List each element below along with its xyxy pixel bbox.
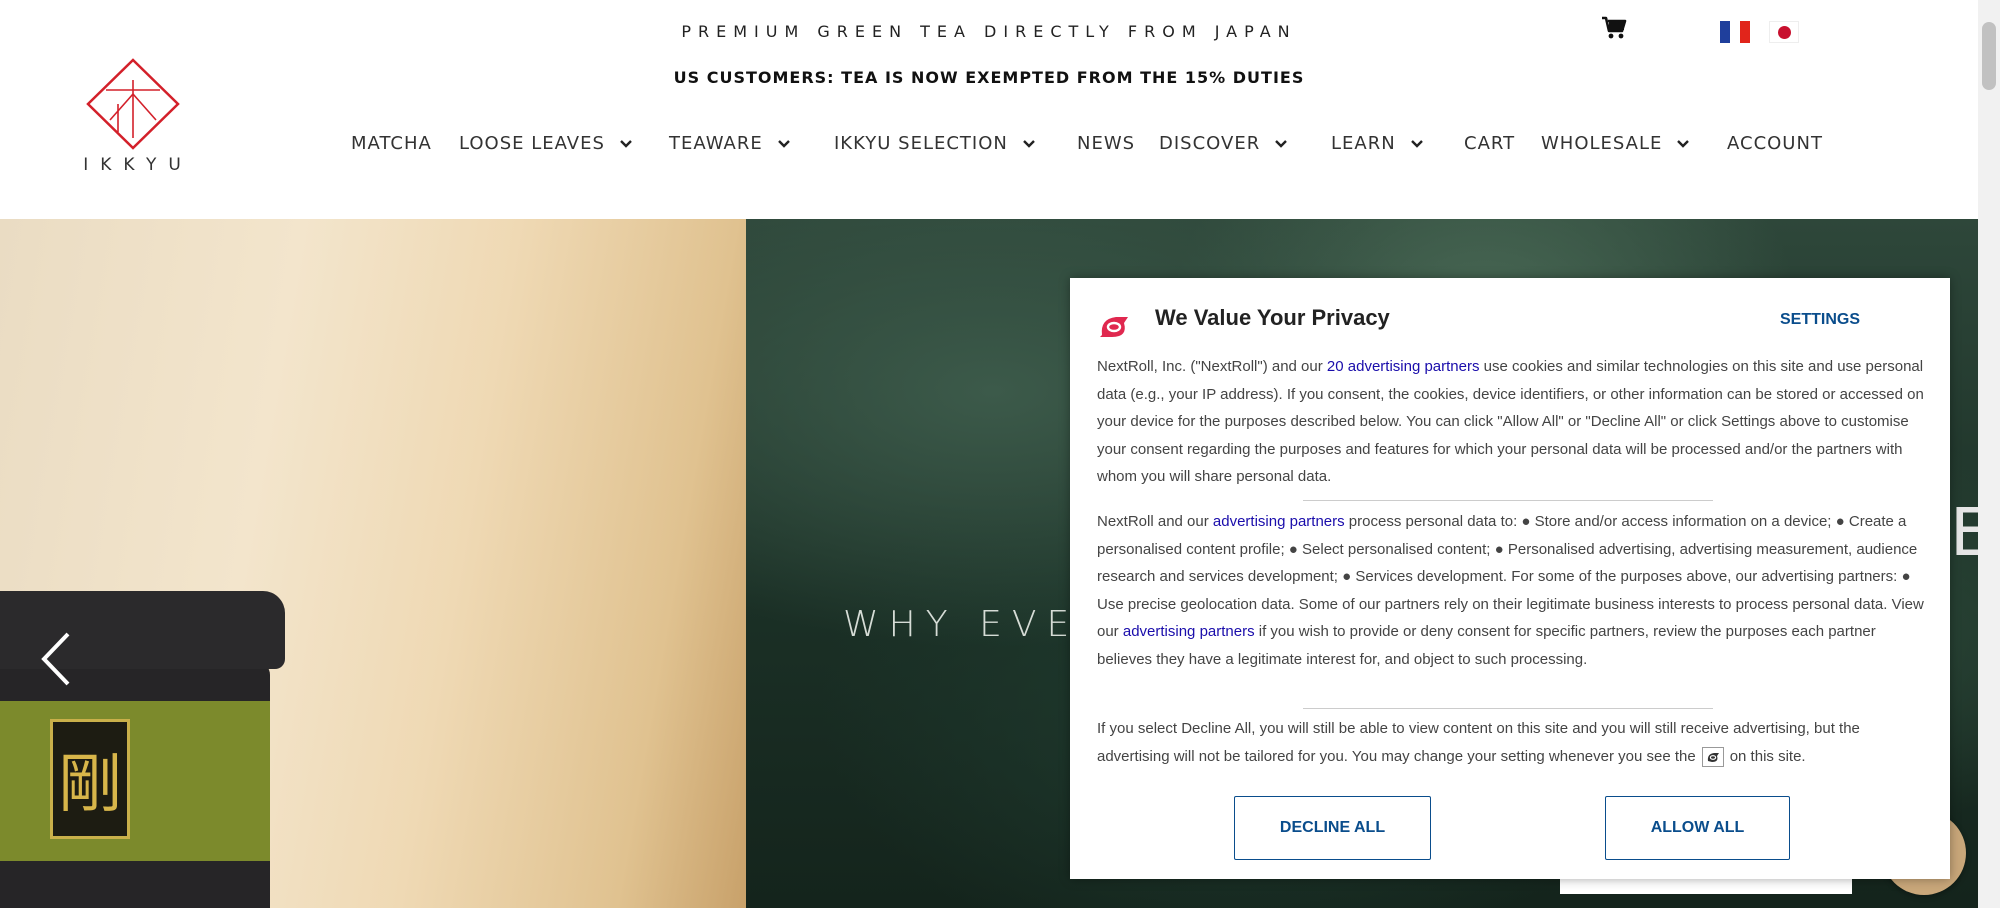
scrollbar-thumb[interactable] (1982, 22, 1996, 90)
nav-learn[interactable]: LEARN (1331, 133, 1424, 154)
advertising-partners-link[interactable]: advertising partners (1123, 623, 1255, 640)
nav-label: LOOSE LEAVES (459, 133, 605, 154)
header-tagline: PREMIUM GREEN TEA DIRECTLY FROM JAPAN (681, 22, 1297, 41)
tin-kanji: 剛 (50, 719, 130, 839)
duty-notice: US CUSTOMERS: TEA IS NOW EXEMPTED FROM T… (673, 68, 1305, 87)
text-fragment: NextRoll, Inc. ("NextRoll") and our (1097, 358, 1327, 375)
nav-label: MATCHA (351, 133, 432, 154)
hero-caption-fragment: E (1950, 494, 1978, 571)
nav-loose-leaves[interactable]: LOOSE LEAVES (459, 133, 633, 154)
flag-france-icon[interactable] (1720, 21, 1750, 43)
text-fragment: on this site. (1729, 747, 1806, 765)
nav-label: WHOLESALE (1541, 133, 1663, 154)
allow-all-button[interactable]: ALLOW ALL (1605, 796, 1790, 860)
nav-label: CART (1464, 133, 1516, 154)
hero-caption: WHY EVE (843, 604, 1080, 645)
nav-label: TEAWARE (669, 133, 763, 154)
nav-news[interactable]: NEWS (1077, 133, 1135, 154)
advertising-partners-link[interactable]: advertising partners (1213, 513, 1345, 530)
privacy-decline-text: If you select Decline All, you will stil… (1097, 715, 1927, 770)
chevron-down-icon (777, 140, 790, 148)
cart-icon[interactable] (1601, 16, 1627, 40)
nav-cart[interactable]: CART (1464, 133, 1515, 154)
chevron-down-icon (1023, 140, 1035, 148)
consent-settings-icon[interactable] (1701, 746, 1724, 767)
chevron-down-icon (1275, 140, 1288, 148)
slider-prev-arrow-icon[interactable] (38, 629, 74, 689)
nav-label: DISCOVER (1159, 133, 1261, 154)
nav-label: IKKYU SELECTION (834, 133, 1008, 154)
nextroll-logo-icon (1100, 317, 1128, 337)
nav-label: LEARN (1331, 133, 1396, 154)
nav-label: ACCOUNT (1727, 133, 1823, 154)
nav-teaware[interactable]: TEAWARE (669, 133, 791, 154)
text-fragment: NextRoll and our (1097, 513, 1213, 530)
flag-japan-icon[interactable] (1769, 21, 1799, 43)
hero-product-image: 剛 (0, 219, 746, 908)
page-scrollbar[interactable] (1978, 0, 2000, 908)
logo-wordmark: IKKYU (83, 155, 193, 175)
text-fragment: process personal data to: ● Store and/or… (1097, 513, 1924, 640)
nav-label: NEWS (1077, 133, 1136, 154)
privacy-consent-dialog: We Value Your Privacy SETTINGS NextRoll,… (1070, 278, 1950, 879)
text-fragment: use cookies and similar technologies on … (1097, 358, 1924, 485)
tin-label (0, 701, 270, 861)
nav-discover[interactable]: DISCOVER (1159, 133, 1288, 154)
site-header: PREMIUM GREEN TEA DIRECTLY FROM JAPAN US… (0, 0, 1978, 219)
chevron-down-icon (1677, 140, 1690, 148)
advertising-partners-link[interactable]: 20 advertising partners (1327, 358, 1480, 375)
privacy-title: We Value Your Privacy (1155, 305, 1390, 330)
decline-all-button[interactable]: DECLINE ALL (1234, 796, 1431, 860)
privacy-purposes-text: NextRoll and our advertising partners pr… (1097, 508, 1927, 673)
nav-matcha[interactable]: MATCHA (351, 133, 432, 154)
nav-ikkyu-selection[interactable]: IKKYU SELECTION (834, 133, 1036, 154)
settings-link[interactable]: SETTINGS (1780, 311, 1860, 329)
divider (1303, 708, 1713, 709)
privacy-intro-text: NextRoll, Inc. ("NextRoll") and our 20 a… (1097, 353, 1927, 491)
chevron-down-icon (620, 140, 632, 148)
chevron-down-icon (1410, 140, 1423, 148)
nav-account[interactable]: ACCOUNT (1727, 133, 1823, 154)
divider (1303, 500, 1713, 501)
nav-wholesale[interactable]: WHOLESALE (1541, 133, 1690, 154)
